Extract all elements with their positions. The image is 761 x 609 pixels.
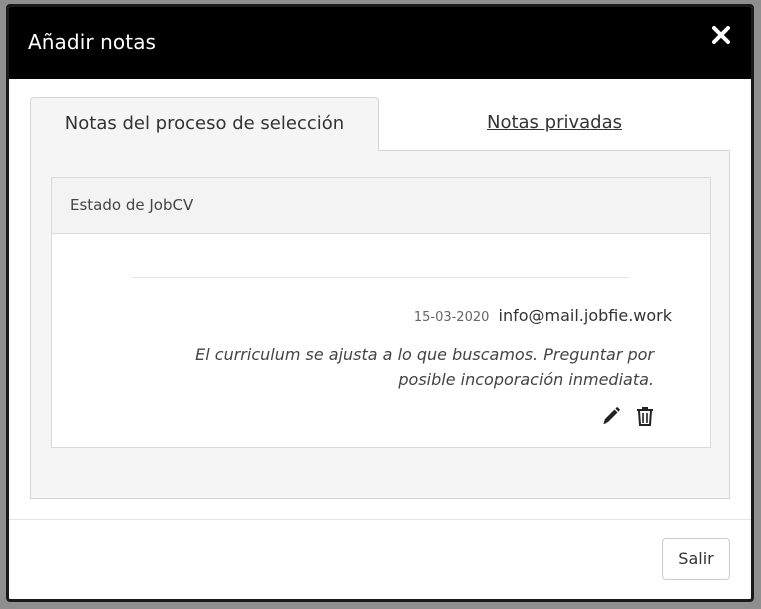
notes-card: Estado de JobCV 15-03-2020 info@mail.job… [51, 177, 711, 448]
tab-selection-process-notes[interactable]: Notas del proceso de selección [30, 97, 379, 151]
card-header: Estado de JobCV [52, 178, 710, 234]
modal-header: Añadir notas [9, 7, 751, 79]
note-author: info@mail.jobfie.work [498, 306, 673, 325]
edit-note-button[interactable] [600, 405, 622, 427]
exit-button[interactable]: Salir [662, 538, 730, 580]
trash-icon [637, 407, 653, 426]
close-button[interactable] [709, 23, 733, 47]
tab-panel: Estado de JobCV 15-03-2020 info@mail.job… [30, 150, 730, 499]
tab-private-notes[interactable]: Notas privadas [379, 97, 730, 151]
note-text: El curriculum se ajusta a lo que buscamo… [195, 345, 654, 389]
card-header-label: Estado de JobCV [70, 196, 194, 214]
divider [132, 277, 629, 278]
tab-bar: Notas del proceso de selección Notas pri… [30, 97, 730, 151]
delete-note-button[interactable] [634, 405, 656, 427]
modal-title: Añadir notas [28, 30, 157, 54]
note-actions [600, 405, 656, 427]
pencil-icon [603, 407, 620, 424]
note-meta: 15-03-2020 info@mail.jobfie.work [414, 306, 672, 325]
footer-divider [9, 519, 751, 520]
note-date: 15-03-2020 [413, 310, 490, 325]
add-notes-modal: Añadir notas Notas del proceso de selecc… [6, 4, 754, 602]
close-icon [712, 26, 730, 44]
